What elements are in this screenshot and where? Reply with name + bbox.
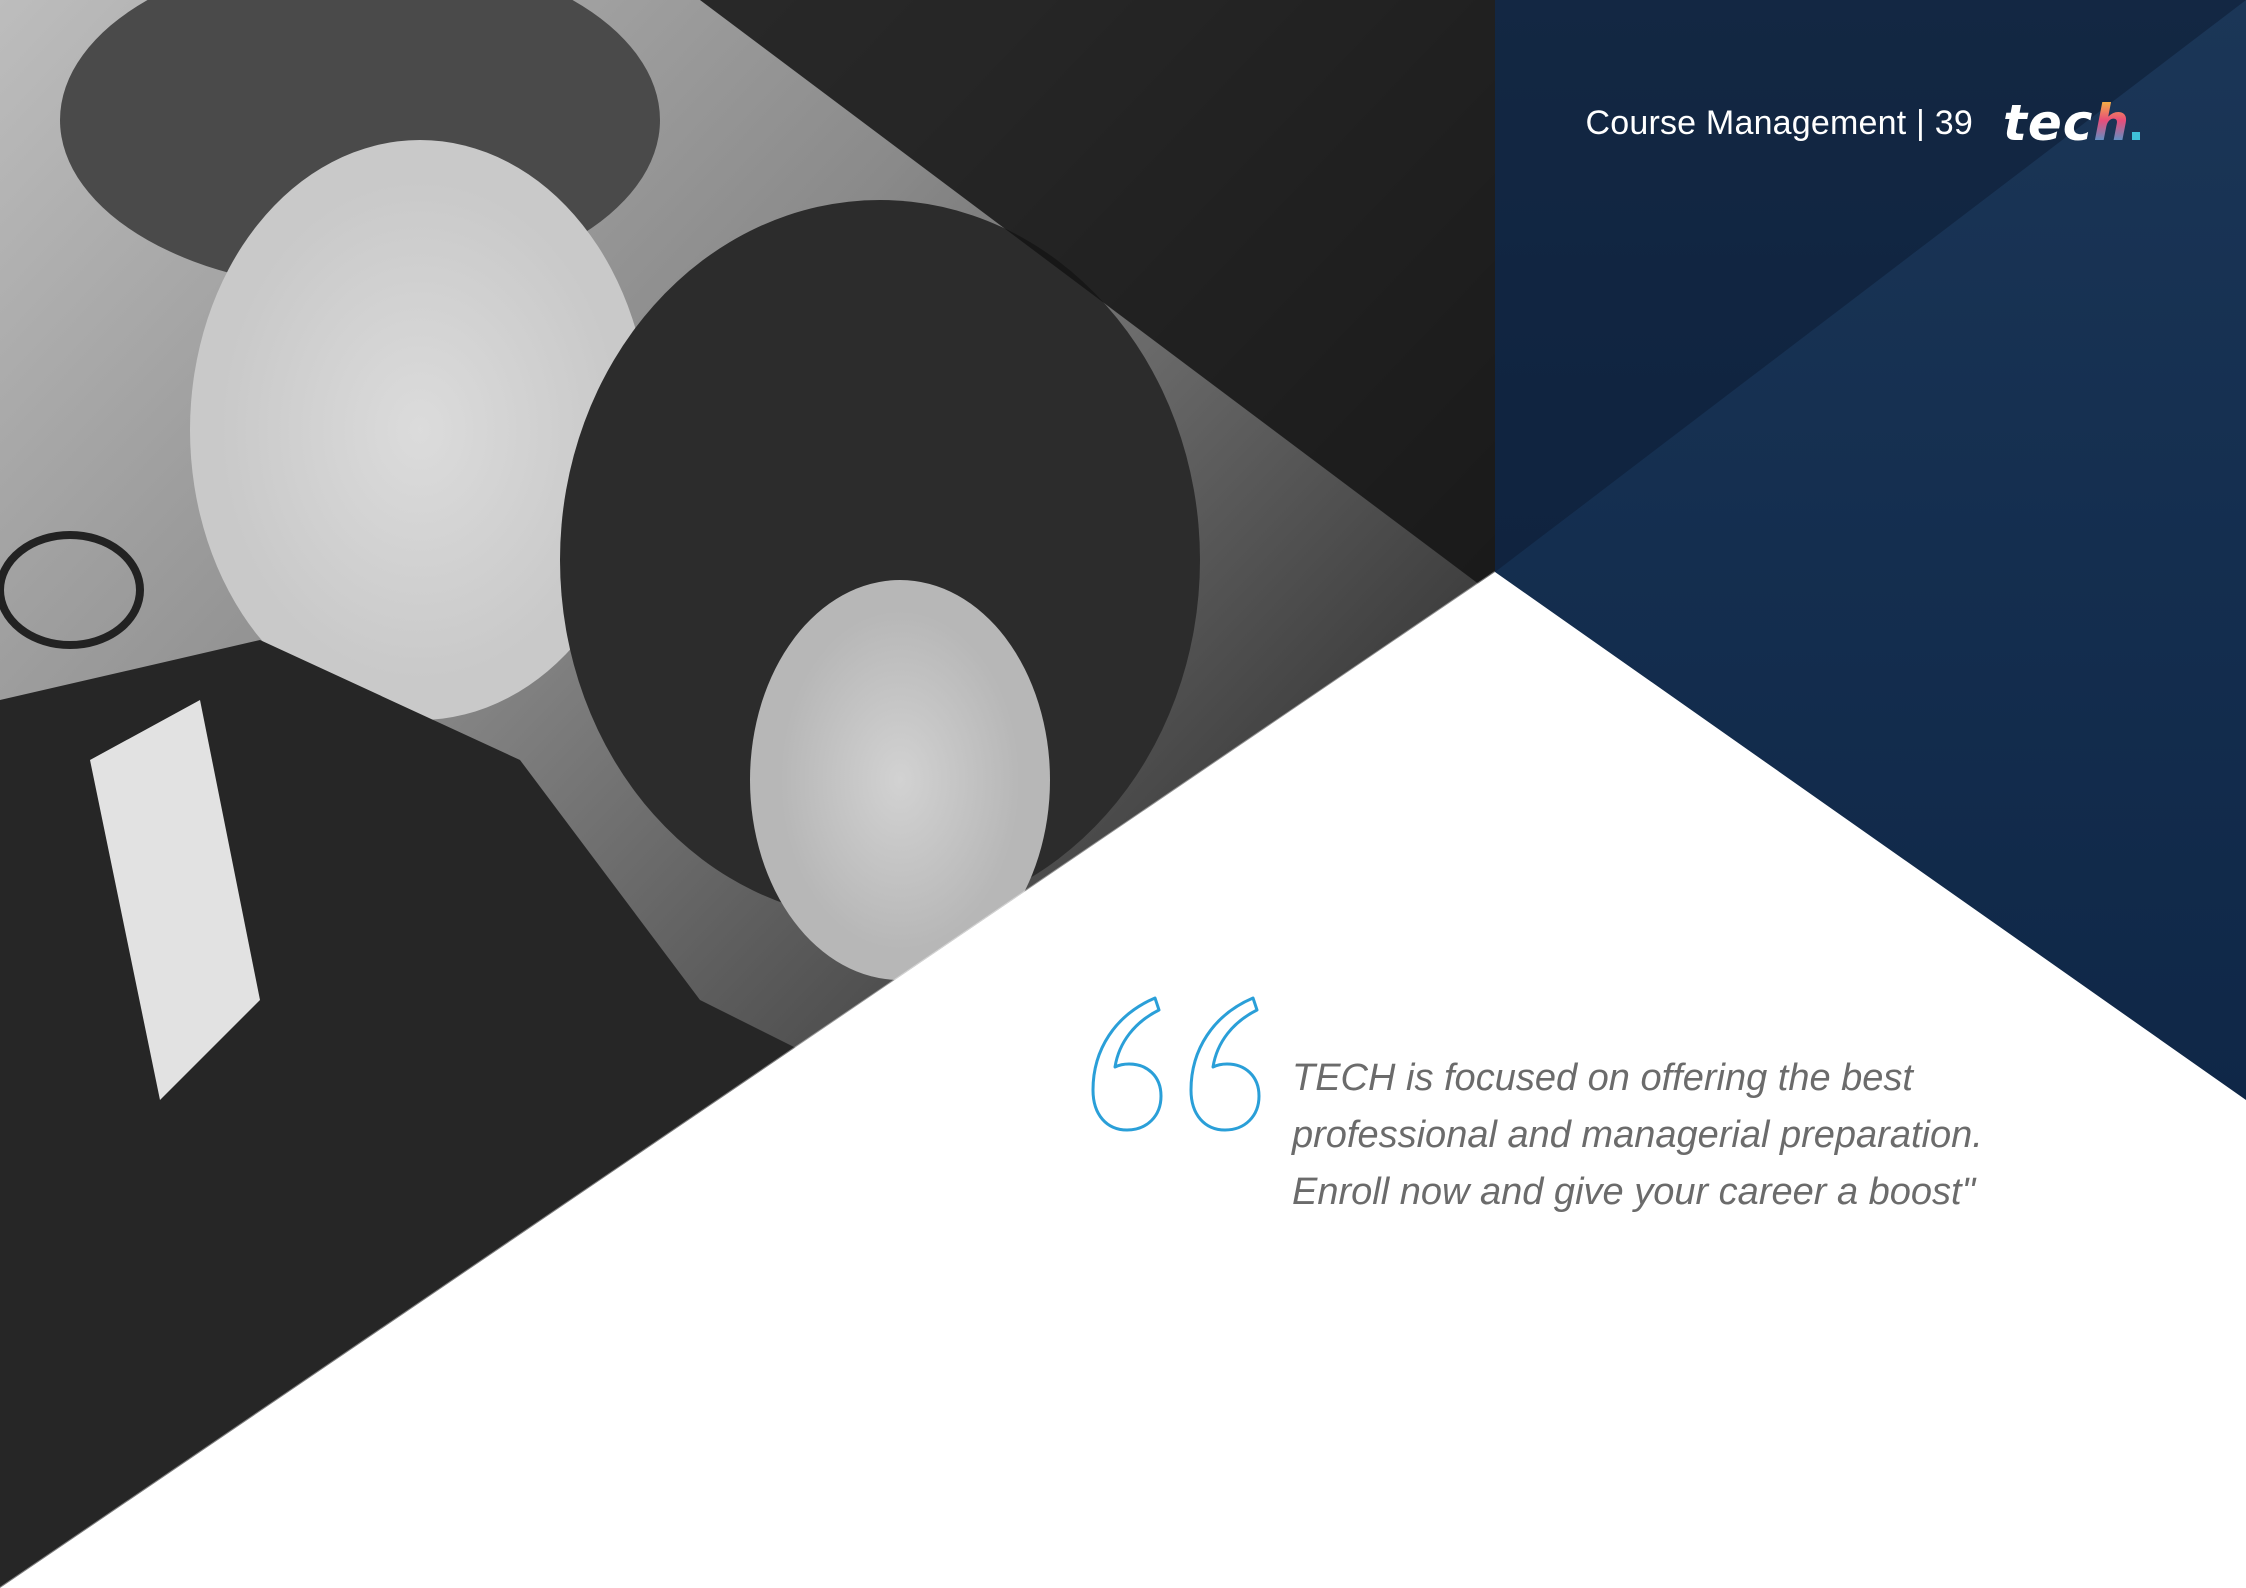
logo-text-main: tec: [2002, 94, 2094, 152]
quote-line-3: Enroll now and give your career a boost": [1292, 1171, 1976, 1213]
quote-line-1: TECH is focused on offering the best: [1292, 1057, 1913, 1099]
page-header: Course Management | 39 tec h: [1585, 98, 2140, 148]
logo-text-accent: h: [2093, 94, 2130, 152]
background-graphics: [0, 0, 2246, 1588]
quote-line-2: professional and managerial preparation.: [1292, 1114, 1983, 1156]
section-label: Course Management | 39: [1585, 103, 1973, 142]
people-photo: [0, 0, 1495, 1588]
logo-dot: [2132, 132, 2140, 140]
quote-block: TECH is focused on offering the best pro…: [1292, 1050, 2092, 1221]
tech-logo: tec h: [2003, 98, 2140, 148]
quote-open-icon: [1091, 996, 1261, 1132]
brochure-page: Course Management | 39 tec h TECH is focu…: [0, 0, 2246, 1588]
